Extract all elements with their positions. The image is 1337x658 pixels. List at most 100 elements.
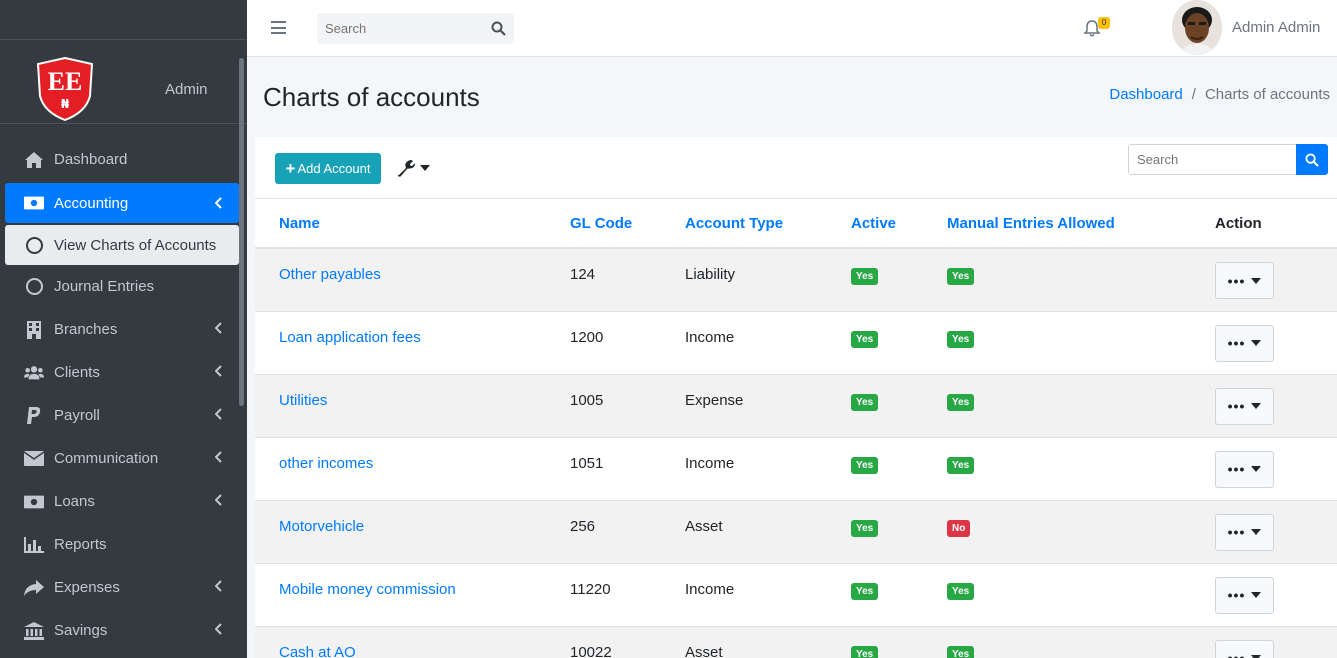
action-cell: •••	[1191, 436, 1337, 500]
gl-code-cell: 1051	[546, 436, 661, 500]
money-icon	[24, 492, 44, 512]
active-cell: Yes	[827, 373, 923, 437]
manual-entries-status-badge: Yes	[947, 582, 975, 600]
sidebar-item-communication[interactable]: Communication	[0, 437, 247, 480]
navbar-search-input[interactable]	[317, 13, 477, 44]
column-header-manual-entries[interactable]: Manual Entries Allowed	[923, 200, 1191, 249]
home-icon	[24, 150, 44, 170]
active-status-badge: Yes	[851, 519, 879, 537]
ellipsis-icon: •••	[1227, 398, 1246, 414]
account-name-link[interactable]: Cash at AO	[255, 625, 546, 658]
account-name-link[interactable]: other incomes	[255, 436, 546, 500]
sidebar-item-label: Savings	[54, 622, 108, 639]
search-icon[interactable]	[491, 21, 506, 36]
account-name-link[interactable]: Other payables	[255, 247, 546, 311]
circle-icon	[24, 277, 44, 297]
column-header-action: Action	[1191, 200, 1337, 249]
column-header-gl-code[interactable]: GL Code	[546, 200, 661, 249]
column-header-name[interactable]: Name	[255, 200, 546, 249]
gl-code-cell: 124	[546, 247, 661, 311]
column-header-active[interactable]: Active	[827, 200, 923, 249]
chevron-left-icon	[215, 451, 222, 463]
chevron-left-icon	[215, 365, 222, 377]
table-search-input[interactable]	[1129, 145, 1289, 174]
manual-entries-cell: Yes	[923, 310, 1191, 374]
share-icon	[24, 578, 44, 598]
accounts-card: + Add Account Name GL Code Account Type …	[255, 137, 1337, 658]
sidebar-brand[interactable]: EE ₦ Admin	[0, 40, 247, 124]
account-type-cell: Income	[661, 562, 827, 626]
row-actions-button[interactable]: •••	[1215, 387, 1274, 425]
sidebar-item-label: View Charts of Accounts	[54, 236, 217, 254]
ellipsis-icon: •••	[1227, 587, 1246, 603]
gl-code-cell: 10022	[546, 625, 661, 658]
table-search	[1128, 144, 1297, 175]
row-actions-button[interactable]: •••	[1215, 639, 1274, 658]
ellipsis-icon: •••	[1227, 524, 1246, 540]
caret-down-icon	[1251, 340, 1262, 346]
sidebar-item-view-charts-of-accounts[interactable]: View Charts of Accounts	[5, 225, 239, 265]
sidebar-item-branches[interactable]: Branches	[0, 308, 247, 351]
account-name-link[interactable]: Motorvehicle	[255, 499, 546, 563]
row-actions-button[interactable]: •••	[1215, 262, 1274, 299]
sidebar-item-payroll[interactable]: Payroll	[0, 394, 247, 437]
manual-entries-status-badge: Yes	[947, 268, 975, 285]
active-status-badge: Yes	[851, 330, 879, 348]
user-name[interactable]: Admin Admin	[1232, 19, 1320, 36]
caret-down-icon	[1251, 592, 1262, 598]
active-cell: Yes	[827, 562, 923, 626]
sidebar-item-clients[interactable]: Clients	[0, 351, 247, 394]
bar-chart-icon	[24, 535, 44, 555]
gl-code-cell: 1005	[546, 373, 661, 437]
manual-entries-cell: Yes	[923, 436, 1191, 500]
sidebar-item-label: Communication	[54, 450, 159, 467]
avatar[interactable]	[1172, 0, 1222, 55]
breadcrumb-dashboard-link[interactable]: Dashboard	[1109, 86, 1182, 103]
action-cell: •••	[1191, 499, 1337, 563]
chevron-left-icon	[215, 623, 222, 635]
chevron-left-icon	[215, 322, 222, 334]
sidebar-item-reports[interactable]: Reports	[0, 523, 247, 566]
logo-icon: EE ₦	[36, 56, 94, 122]
sidebar-item-expenses[interactable]: Expenses	[0, 566, 247, 609]
sidebar-item-journal-entries[interactable]: Journal Entries	[0, 265, 247, 308]
account-name-link[interactable]: Mobile money commission	[255, 562, 546, 626]
top-navbar: 0 Admin Admin	[247, 0, 1337, 57]
account-name-link[interactable]: Utilities	[255, 373, 546, 437]
sidebar-item-label: Branches	[54, 321, 118, 338]
sidebar-item-label: Dashboard	[54, 151, 128, 168]
row-actions-button[interactable]: •••	[1215, 576, 1274, 614]
table-row: Motorvehicle 256 Asset Yes No •••	[255, 499, 1337, 563]
active-status-badge: Yes	[851, 645, 879, 658]
account-name-link[interactable]: Loan application fees	[255, 310, 546, 374]
row-actions-button[interactable]: •••	[1215, 450, 1274, 488]
add-account-button[interactable]: + Add Account	[275, 153, 381, 184]
action-cell: •••	[1191, 373, 1337, 437]
action-cell: •••	[1191, 310, 1337, 374]
sidebar-item-loans[interactable]: Loans	[0, 480, 247, 523]
caret-down-icon	[420, 165, 430, 171]
row-actions-button[interactable]: •••	[1215, 324, 1274, 362]
action-cell: •••	[1191, 247, 1337, 311]
sidebar-item-accounting[interactable]: Accounting	[5, 183, 239, 223]
sidebar-item-dashboard[interactable]: Dashboard	[0, 138, 247, 181]
caret-down-icon	[1251, 529, 1262, 535]
tools-dropdown[interactable]	[397, 158, 437, 178]
manual-entries-cell: No	[923, 499, 1191, 563]
table-row: Utilities 1005 Expense Yes Yes •••	[255, 373, 1337, 437]
active-status-badge: Yes	[851, 456, 879, 474]
menu-toggle-icon[interactable]	[271, 21, 286, 34]
column-header-account-type[interactable]: Account Type	[661, 200, 827, 249]
account-type-cell: Income	[661, 436, 827, 500]
brand-user-name[interactable]: Admin	[165, 81, 208, 98]
account-type-cell: Liability	[661, 247, 827, 311]
breadcrumb-separator: /	[1191, 86, 1196, 103]
table-row: other incomes 1051 Income Yes Yes •••	[255, 436, 1337, 500]
row-actions-button[interactable]: •••	[1215, 513, 1274, 551]
table-header-row: Name GL Code Account Type Active Manual …	[255, 200, 1337, 249]
table-search-button[interactable]	[1296, 144, 1328, 175]
sidebar-item-savings[interactable]: Savings	[0, 609, 247, 652]
wrench-icon	[397, 160, 415, 177]
sidebar-item-label: Expenses	[54, 579, 120, 596]
action-cell: •••	[1191, 562, 1337, 626]
